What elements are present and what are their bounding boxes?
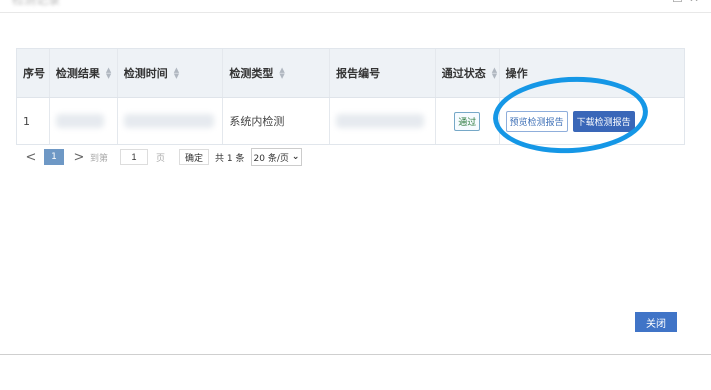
header-report-no: 报告编号	[330, 49, 436, 97]
download-report-button[interactable]: 下载检测报告	[572, 110, 635, 132]
dialog-header: 检测记录 ☐✕	[0, 0, 711, 13]
preview-report-button[interactable]: 预览检测报告	[505, 110, 568, 132]
page-size-select[interactable]: 20 条/页 ⌄	[250, 148, 303, 166]
window-controls: ☐✕	[672, 0, 705, 5]
maximize-icon[interactable]: ☐	[672, 0, 689, 5]
header-type[interactable]: 检测类型 ▲ ▼	[223, 49, 331, 97]
redacted-text	[55, 114, 104, 128]
header-actions: 操作	[505, 67, 528, 80]
page-unit-label: 页	[156, 153, 166, 164]
sort-icon[interactable]: ▲ ▼	[106, 67, 111, 80]
cell-result-redacted	[50, 98, 118, 144]
cell-time-redacted	[118, 98, 224, 144]
close-button[interactable]: 关闭	[635, 312, 677, 332]
goto-page-input[interactable]	[120, 149, 149, 165]
dialog-title: 检测记录	[12, 0, 61, 7]
records-table: 序号 检测结果 ▲ ▼ 检测时间 ▲ ▼ 检测类型 ▲ ▼ 报告编号 通过状态 ▲ ▼ 操作 1…	[16, 48, 685, 145]
status-badge: 通过	[454, 111, 481, 131]
total-count: 共 1 条	[215, 153, 245, 164]
redacted-text	[336, 114, 425, 128]
header-time[interactable]: 检测时间 ▲ ▼	[118, 49, 224, 97]
sort-icon[interactable]: ▲ ▼	[492, 67, 497, 80]
current-page[interactable]: 1	[44, 149, 64, 165]
sort-icon[interactable]: ▲ ▼	[279, 67, 284, 80]
prev-page-icon[interactable]: <	[24, 150, 38, 165]
chevron-down-icon: ⌄	[291, 152, 300, 162]
page-size-value: 20 条/页	[253, 153, 289, 164]
close-icon[interactable]: ✕	[689, 0, 705, 5]
header-result[interactable]: 检测结果 ▲ ▼	[50, 49, 118, 97]
table-header: 序号 检测结果 ▲ ▼ 检测时间 ▲ ▼ 检测类型 ▲ ▼ 报告编号 通过状态 ▲ ▼ 操作	[16, 48, 685, 97]
cell-type: 系统内检测	[223, 98, 331, 144]
cell-seq: 1	[17, 98, 50, 144]
table-row: 1 系统内检测 通过 预览检测报告 下载检测报告	[16, 97, 685, 145]
goto-confirm-button[interactable]: 确定	[179, 149, 210, 165]
pagination: < 1 > 到第 页 确定 共 1 条 20 条/页 ⌄	[24, 148, 303, 166]
cell-report-no-redacted	[330, 98, 436, 144]
redacted-text	[123, 114, 214, 128]
sort-icon[interactable]: ▲ ▼	[174, 67, 179, 80]
cell-actions: 预览检测报告 下载检测报告	[500, 98, 684, 144]
goto-label: 到第	[90, 153, 109, 164]
header-seq: 序号	[17, 49, 50, 97]
header-status[interactable]: 通过状态 ▲ ▼	[436, 49, 500, 97]
divider	[0, 354, 711, 355]
cell-status: 通过	[436, 98, 500, 144]
next-page-icon[interactable]: >	[72, 150, 86, 165]
